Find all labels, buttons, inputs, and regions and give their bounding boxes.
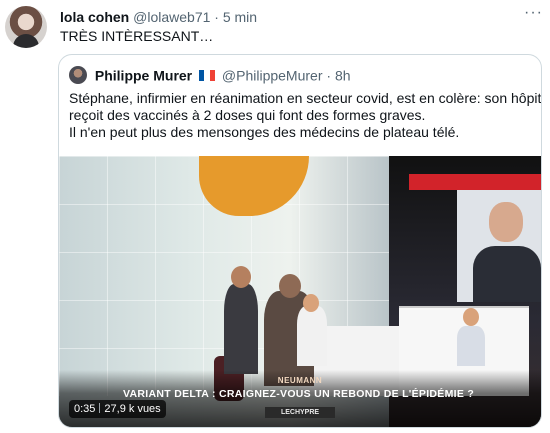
quote-time[interactable]: 8h xyxy=(335,67,351,83)
studio-red-band xyxy=(409,174,541,190)
video-views: 27,9 k vues xyxy=(104,403,161,415)
author-avatar[interactable] xyxy=(5,6,47,48)
video-headline: VARIANT DELTA : CRAIGNEZ-VOUS UN REBOND … xyxy=(123,388,475,400)
quote-header: Philippe Murer @PhilippeMurer · 8h xyxy=(69,65,351,85)
panelist-head xyxy=(279,274,301,298)
tweet-time[interactable]: 5 min xyxy=(223,9,257,25)
inset-guest-body xyxy=(473,246,541,302)
author-handle[interactable]: @lolaweb71 xyxy=(133,9,210,25)
panelist-head xyxy=(463,308,479,326)
channel-tag: LECHYPRE xyxy=(280,409,320,416)
avatar-shoulders xyxy=(13,34,39,48)
video-player[interactable]: NEUMANN VARIANT DELTA : CRAIGNEZ-VOUS UN… xyxy=(59,156,541,427)
panelist xyxy=(297,306,327,366)
quote-avatar[interactable] xyxy=(69,66,87,85)
inset-guest-head xyxy=(489,202,523,242)
quote-text-line: Il n'en peut plus des mensonges des méde… xyxy=(69,124,460,140)
video-duration: 0:35 xyxy=(74,403,96,415)
tweet[interactable]: lola cohen @lolaweb71 · 5 min ··· TRÈS I… xyxy=(0,0,550,433)
tweet-text: TRÈS INTÈRESSANT… xyxy=(60,28,214,44)
author-name[interactable]: lola cohen xyxy=(60,9,129,25)
video-meta-badge: 0:35 27,9 k vues xyxy=(69,400,166,418)
france-flag-icon xyxy=(199,69,215,81)
header-separator: · xyxy=(214,9,219,25)
quote-author-name[interactable]: Philippe Murer xyxy=(95,67,192,83)
quote-text: Stéphane, infirmier en réanimation en se… xyxy=(69,90,542,141)
quote-author-handle[interactable]: @PhilippeMurer xyxy=(222,67,323,83)
guest-name-caption: NEUMANN xyxy=(277,376,323,385)
quoted-tweet[interactable]: Philippe Murer @PhilippeMurer · 8h Stéph… xyxy=(58,54,542,428)
more-options-icon[interactable]: ··· xyxy=(524,4,543,22)
panelist-head xyxy=(303,294,319,312)
meta-divider xyxy=(99,403,101,413)
panelist xyxy=(457,326,485,366)
tweet-header: lola cohen @lolaweb71 · 5 min xyxy=(60,9,257,25)
panelist xyxy=(224,284,258,374)
quote-separator: · xyxy=(326,67,332,84)
quote-text-line: reçoit des vaccinés à 2 doses qui font d… xyxy=(69,107,426,123)
quote-text-line: Stéphane, infirmier en réanimation en se… xyxy=(69,90,542,106)
panelist-head xyxy=(231,266,251,288)
